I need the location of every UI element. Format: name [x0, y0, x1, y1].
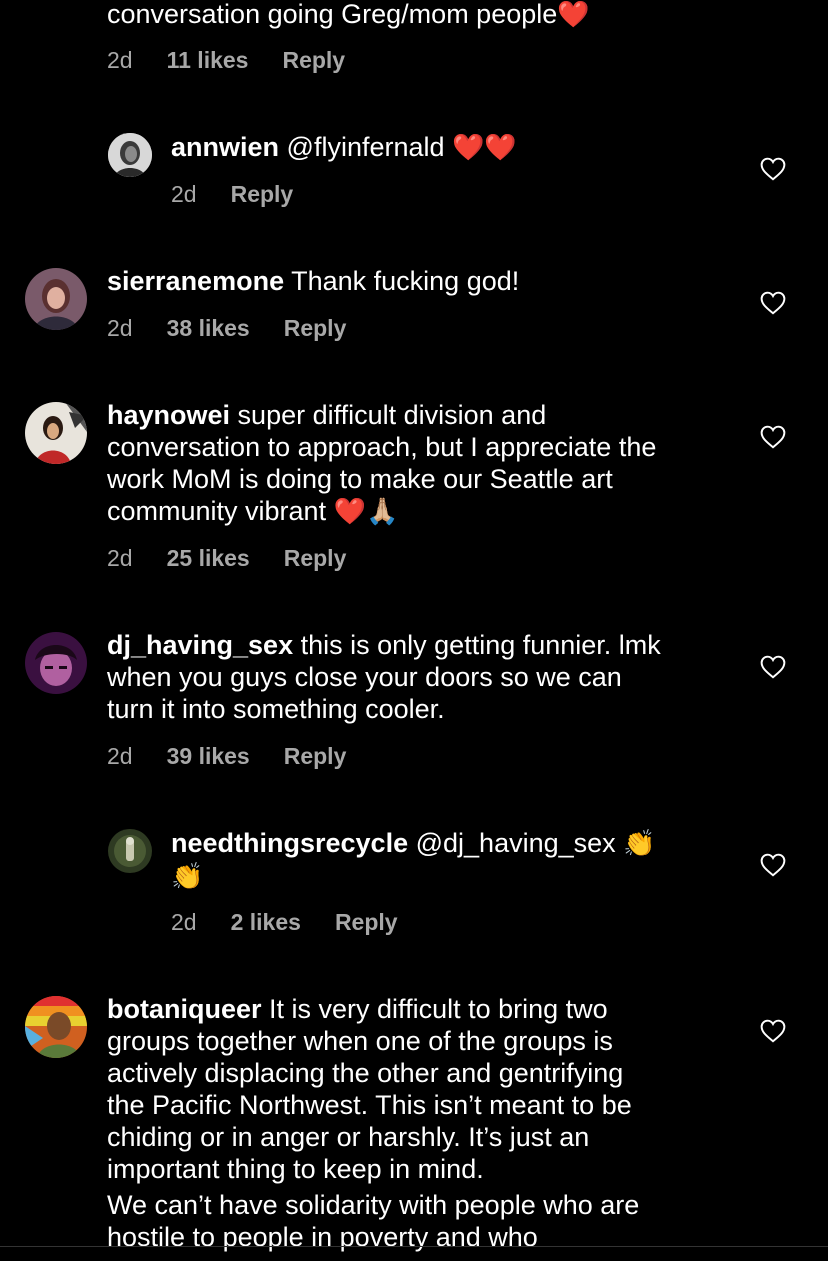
- avatar[interactable]: [108, 133, 152, 177]
- heart-outline-icon[interactable]: [760, 425, 786, 449]
- comment-username[interactable]: sierranemone: [107, 266, 284, 296]
- comment-text: botaniqueer It is very difficult to brin…: [107, 994, 640, 1252]
- comment-time: 2d: [107, 743, 133, 769]
- comment-username[interactable]: dj_having_sex: [107, 630, 293, 660]
- comment-username[interactable]: needthingsrecycle: [171, 828, 408, 858]
- clap-emoji: 👏: [171, 862, 204, 892]
- comment-text: conversation going Greg/mom people❤️: [107, 0, 590, 30]
- reply-button[interactable]: Reply: [335, 909, 398, 936]
- avatar[interactable]: [25, 632, 87, 694]
- comment-meta: 2d Reply: [171, 181, 293, 208]
- mention[interactable]: @flyinfernald: [287, 132, 445, 162]
- heart-outline-icon[interactable]: [760, 655, 786, 679]
- reply-button[interactable]: Reply: [284, 743, 347, 770]
- heart-outline-icon[interactable]: [760, 1019, 786, 1043]
- reply-button[interactable]: Reply: [284, 545, 347, 572]
- heart-outline-icon[interactable]: [760, 853, 786, 877]
- avatar[interactable]: [25, 402, 87, 464]
- heart-outline-icon[interactable]: [760, 157, 786, 181]
- comment-time: 2d: [171, 181, 197, 207]
- comment-time: 2d: [171, 909, 197, 935]
- comment-username[interactable]: annwien: [171, 132, 279, 162]
- heart-pray-emoji: ❤️🙏🏼: [333, 497, 399, 527]
- comment-username[interactable]: haynowei: [107, 400, 230, 430]
- comment-text: haynowei super difficult division and co…: [107, 400, 657, 527]
- avatar[interactable]: [108, 829, 152, 873]
- comment-meta: 2d 2 likes Reply: [171, 909, 398, 936]
- avatar[interactable]: [25, 996, 87, 1058]
- reply-button[interactable]: Reply: [284, 315, 347, 342]
- avatar[interactable]: [25, 268, 87, 330]
- likes-count[interactable]: 2 likes: [231, 909, 301, 936]
- likes-count[interactable]: 38 likes: [167, 315, 250, 342]
- comment-meta: 2d 39 likes Reply: [107, 743, 346, 770]
- heart-emoji: ❤️: [557, 0, 590, 30]
- likes-count[interactable]: 11 likes: [167, 47, 249, 74]
- comment-text: annwien @flyinfernald ❤️❤️: [171, 131, 771, 164]
- clap-emoji: 👏: [623, 829, 656, 859]
- likes-count[interactable]: 25 likes: [167, 545, 250, 572]
- mention[interactable]: @dj_having_sex: [416, 828, 616, 858]
- comment-time: 2d: [107, 315, 133, 341]
- comment-time: 2d: [107, 545, 133, 571]
- comment-text: needthingsrecycle @dj_having_sex 👏 👏: [171, 827, 711, 893]
- comment-time: 2d: [107, 47, 133, 73]
- comment-username[interactable]: botaniqueer: [107, 994, 262, 1024]
- comment-text: sierranemone Thank fucking god!: [107, 266, 520, 296]
- comment-meta: 2d 25 likes Reply: [107, 545, 346, 572]
- likes-count[interactable]: 39 likes: [167, 743, 250, 770]
- reply-button[interactable]: Reply: [231, 181, 294, 208]
- hearts-emoji: ❤️❤️: [452, 133, 517, 163]
- comment-text: dj_having_sex this is only getting funni…: [107, 630, 661, 724]
- reply-button[interactable]: Reply: [282, 47, 345, 74]
- comment-meta: 2d 11 likes Reply: [107, 47, 345, 74]
- comment-meta: 2d 38 likes Reply: [107, 315, 346, 342]
- heart-outline-icon[interactable]: [760, 291, 786, 315]
- divider: [0, 1246, 828, 1247]
